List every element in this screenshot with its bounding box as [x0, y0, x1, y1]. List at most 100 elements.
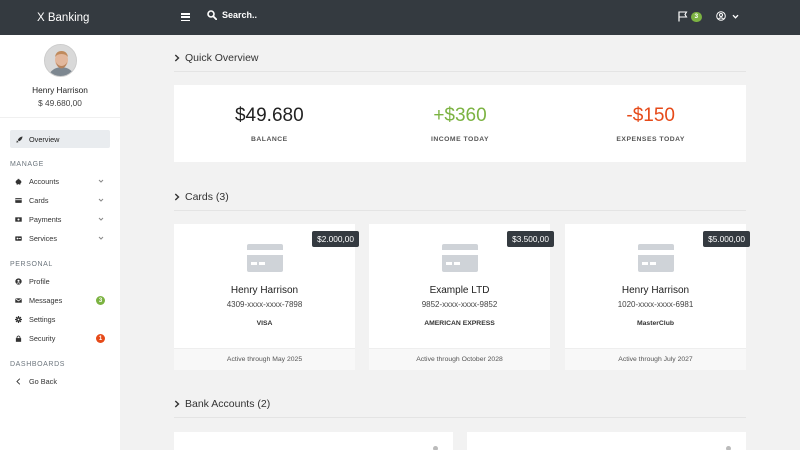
search-input[interactable]: Search.. [222, 10, 257, 20]
sidebar-item-services[interactable]: Services [0, 229, 120, 248]
sidebar-item-messages[interactable]: Messages 3 [0, 291, 120, 310]
card-tile[interactable]: $3.500,00 Example LTD 9852-xxxx-xxxx-985… [369, 224, 554, 370]
sidebar-item-label: Cards [29, 196, 49, 205]
sidebar-item-overview[interactable]: Overview [10, 130, 110, 148]
card-expiry: Active through May 2025 [174, 348, 355, 370]
card-holder-name: Henry Harrison [621, 285, 690, 296]
chevron-down-icon [732, 14, 739, 19]
envelope-icon [15, 298, 22, 303]
section-title-quick-overview[interactable]: Quick Overview [174, 52, 259, 64]
overview-panel: $49.680 BALANCE +$360 INCOME TODAY -$150… [174, 85, 746, 162]
card-limit-badge: $2.000,00 [312, 231, 359, 247]
sidebar: Henry Harrison $ 49.680,00 Overview MANA… [0, 35, 120, 450]
search-icon [207, 10, 217, 20]
card-type: MasterClub [636, 320, 674, 327]
credit-card-icon [442, 244, 478, 272]
menu-toggle-icon[interactable] [181, 13, 190, 22]
app-title[interactable]: X Banking [0, 12, 120, 24]
expenses-value: -$150 [626, 105, 675, 126]
section-title-bank-accounts[interactable]: Bank Accounts (2) [174, 398, 270, 410]
services-icon [15, 236, 22, 241]
section-title-cards[interactable]: Cards (3) [174, 191, 229, 203]
card-limit-badge: $5.000,00 [703, 231, 750, 247]
chevron-right-icon [174, 193, 180, 201]
card-expiry: Active through July 2027 [565, 348, 746, 370]
profile-balance: $ 49.680,00 [38, 98, 82, 108]
bank-account-tile[interactable] [467, 432, 746, 450]
credit-card-icon [15, 198, 22, 203]
section-heading-personal: PERSONAL [10, 261, 53, 268]
overview-expenses: -$150 EXPENSES TODAY [555, 85, 746, 162]
section-title-text: Quick Overview [185, 52, 259, 64]
sidebar-item-label: Accounts [29, 177, 60, 186]
sidebar-item-label: Messages [29, 296, 63, 305]
card-limit-badge: $3.500,00 [507, 231, 554, 247]
card-type: AMERICAN EXPRESS [424, 320, 495, 327]
sidebar-item-label: Overview [29, 134, 60, 144]
section-heading-manage: MANAGE [10, 161, 44, 168]
chevron-down-icon [98, 198, 104, 202]
top-bar: X Banking Search.. 3 [0, 0, 800, 35]
user-circle-icon [716, 11, 726, 21]
status-dot [726, 446, 731, 450]
chevron-down-icon [98, 179, 104, 183]
profile-panel: Henry Harrison $ 49.680,00 [0, 35, 120, 118]
chevron-down-icon [98, 217, 104, 221]
search-box[interactable]: Search.. [207, 10, 257, 20]
card-holder-name: Henry Harrison [230, 285, 299, 296]
sidebar-item-accounts[interactable]: Accounts [0, 172, 120, 191]
chevron-right-icon [174, 400, 180, 408]
income-value: +$360 [433, 105, 487, 126]
notification-count-badge: 3 [691, 11, 702, 22]
card-number: 1020-xxxx-xxxx-6981 [617, 300, 694, 309]
piggy-bank-icon [15, 178, 22, 185]
card-expiry: Active through October 2028 [369, 348, 550, 370]
credit-card-icon [638, 244, 674, 272]
sidebar-item-label: Security [29, 334, 56, 343]
profile-name: Henry Harrison [32, 85, 88, 95]
income-label: INCOME TODAY [430, 136, 490, 143]
sidebar-item-label: Payments [29, 215, 62, 224]
user-circle-icon [15, 278, 22, 285]
balance-label: BALANCE [250, 136, 288, 143]
status-dot [433, 446, 438, 450]
card-tile[interactable]: $2.000,00 Henry Harrison 4309-xxxx-xxxx-… [174, 224, 359, 370]
avatar-image [44, 45, 76, 76]
section-title-text: Bank Accounts (2) [185, 398, 271, 410]
money-bill-icon [15, 217, 22, 222]
card-tile[interactable]: $5.000,00 Henry Harrison 1020-xxxx-xxxx-… [565, 224, 750, 370]
bank-account-tile[interactable] [174, 432, 453, 450]
sidebar-item-cards[interactable]: Cards [0, 191, 120, 210]
card-type: VISA [256, 320, 273, 327]
sidebar-item-label: Services [29, 234, 57, 243]
balance-value: $49.680 [234, 105, 304, 126]
divider [174, 210, 746, 211]
chevron-right-icon [174, 54, 180, 62]
notifications-button[interactable]: 3 [678, 11, 702, 22]
flag-icon [678, 11, 688, 22]
sidebar-item-label: Settings [29, 315, 56, 324]
chevron-down-icon [98, 236, 104, 240]
card-number: 9852-xxxx-xxxx-9852 [421, 300, 498, 309]
sidebar-item-security[interactable]: Security 1 [0, 329, 120, 348]
credit-card-icon [247, 244, 283, 272]
user-menu-button[interactable] [716, 11, 739, 21]
card-number: 4309-xxxx-xxxx-7898 [226, 300, 303, 309]
sidebar-item-settings[interactable]: Settings [0, 310, 120, 329]
avatar[interactable] [43, 44, 77, 77]
overview-income: +$360 INCOME TODAY [365, 85, 556, 162]
sidebar-item-profile[interactable]: Profile [0, 272, 120, 291]
section-title-text: Cards (3) [185, 191, 229, 203]
chevron-left-icon [16, 378, 21, 385]
sidebar-item-go-back[interactable]: Go Back [0, 372, 120, 391]
sidebar-item-label: Go Back [29, 377, 57, 386]
overview-balance: $49.680 BALANCE [174, 85, 365, 162]
gear-icon [15, 316, 22, 323]
rocket-icon [16, 135, 23, 143]
card-holder-name: Example LTD [429, 285, 490, 296]
section-heading-dashboards: DASHBOARDS [10, 361, 66, 368]
divider [174, 71, 746, 72]
divider [174, 417, 746, 418]
lock-icon [15, 335, 22, 342]
sidebar-item-payments[interactable]: Payments [0, 210, 120, 229]
